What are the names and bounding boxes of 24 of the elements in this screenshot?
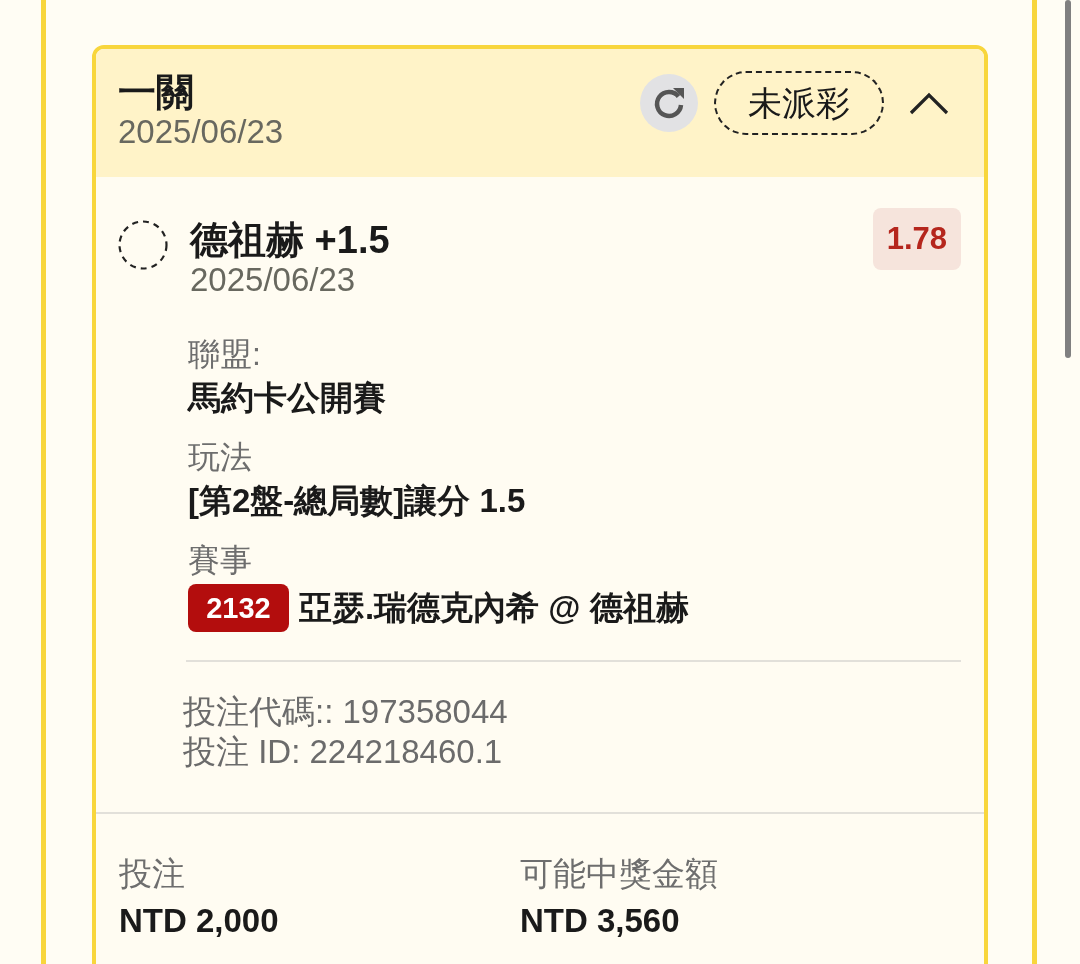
- detail-value: 馬約卡公開賽: [188, 378, 387, 418]
- detail-label: 聯盟:: [188, 335, 262, 374]
- summary-amount: NTD 2,000: [119, 901, 280, 941]
- scrollbar-thumb[interactable]: [1065, 0, 1071, 358]
- bet-type-title: 一關: [118, 71, 195, 113]
- bet-date: 2025/06/23: [118, 113, 284, 151]
- odds-value: 1.78: [872, 208, 961, 270]
- collapse-button[interactable]: [908, 90, 950, 116]
- event-number: 2132: [188, 584, 289, 632]
- detail-label: 玩法: [188, 438, 253, 477]
- summary-amount: NTD 3,560: [520, 901, 681, 941]
- bet-code-text: 投注代碼:: 197358044: [183, 692, 509, 732]
- bet-status: 未派彩: [714, 71, 884, 135]
- detail-value: [第2盤-總局數]讓分 1.5: [188, 481, 527, 521]
- bet-code-text: 投注 ID: 224218460.1: [183, 732, 504, 772]
- chevron-icon: [908, 90, 950, 116]
- event-name: 亞瑟.瑞德克內希 @ 德祖赫: [299, 588, 689, 628]
- summary-label: 投注: [119, 854, 186, 894]
- selection-date: 2025/06/23: [190, 261, 357, 299]
- selection-name: 德祖赫 +1.5: [190, 219, 391, 261]
- refresh-icon[interactable]: [640, 74, 698, 132]
- pending-circle-icon: [118, 220, 168, 270]
- detail-label: 賽事: [188, 541, 253, 580]
- summary-label: 可能中獎金額: [520, 854, 719, 894]
